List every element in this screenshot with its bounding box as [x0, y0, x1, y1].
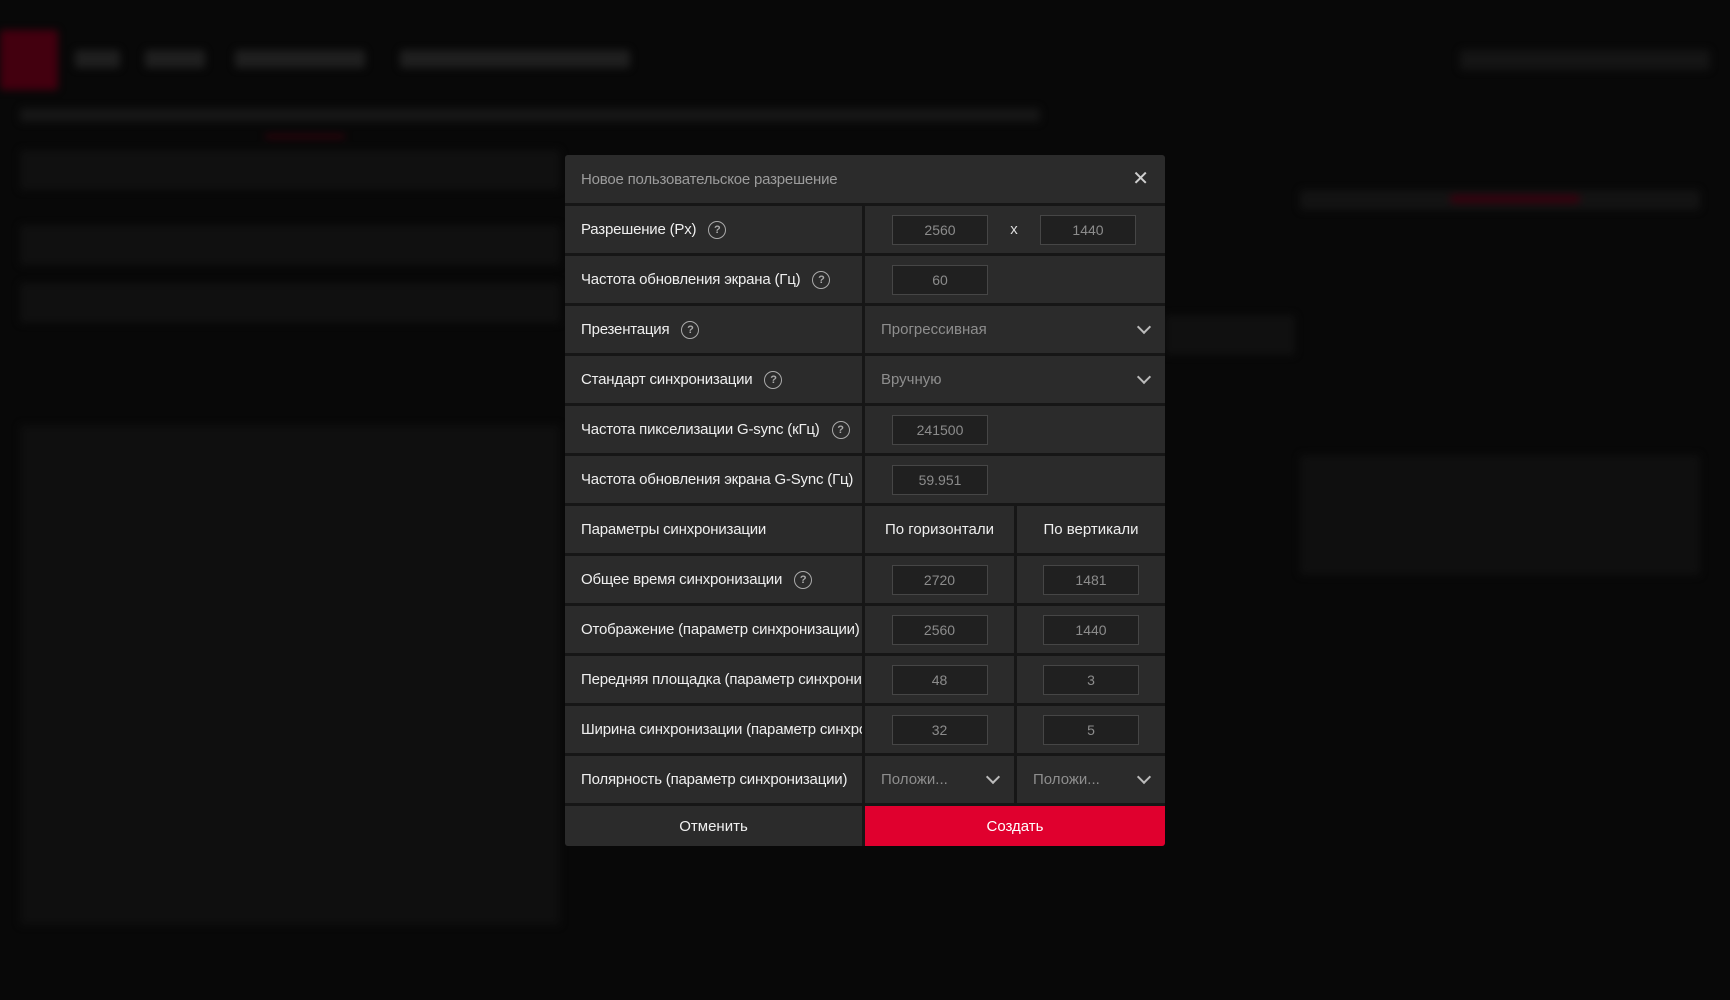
label: Частота обновления экрана (Гц)	[581, 271, 801, 288]
help-icon[interactable]: ?	[681, 320, 700, 339]
row-presentation: Презентация? Прогрессивная	[565, 306, 1165, 353]
chevron-down-icon	[1136, 769, 1152, 785]
row-front-porch: Передняя площадка (параметр синхронизаци…	[565, 656, 1165, 703]
dialog-actions: Отменить Создать	[565, 806, 1165, 846]
dialog-header: Новое пользовательское разрешение ✕	[565, 155, 1165, 203]
sync-width-vertical-input[interactable]	[1043, 714, 1139, 745]
row-display-timing: Отображение (параметр синхронизации)	[565, 606, 1165, 653]
label: Частота пикселизации G-sync (кГц)	[581, 421, 820, 438]
chevron-down-icon	[985, 769, 1001, 785]
label: Отображение (параметр синхронизации)	[581, 621, 860, 638]
row-refresh-rate: Частота обновления экрана (Гц)?	[565, 256, 1165, 303]
front-porch-vertical-input[interactable]	[1043, 664, 1139, 695]
polarity-vertical-select[interactable]: Положи...	[1017, 769, 1165, 788]
display-horizontal-input[interactable]	[891, 614, 988, 645]
row-timing-standard: Стандарт синхронизации? Вручную	[565, 356, 1165, 403]
gsync-refresh-input[interactable]	[892, 464, 988, 495]
help-icon[interactable]: ?	[812, 270, 831, 289]
total-horizontal-input[interactable]	[891, 564, 988, 595]
front-porch-horizontal-input[interactable]	[891, 664, 988, 695]
selected-value: Положи...	[1033, 771, 1100, 788]
help-icon[interactable]: ?	[831, 420, 850, 439]
row-sync-width: Ширина синхронизации (параметр синхрониз…	[565, 706, 1165, 753]
label: Ширина синхронизации (параметр синхрониз…	[581, 721, 862, 738]
selected-value: Вручную	[881, 371, 942, 388]
row-pixel-clock: Частота пикселизации G-sync (кГц)?	[565, 406, 1165, 453]
label: Разрешение (Px)	[581, 221, 697, 238]
cancel-button[interactable]: Отменить	[565, 806, 862, 846]
row-gsync-refresh: Частота обновления экрана G-Sync (Гц)	[565, 456, 1165, 503]
label: Полярность (параметр синхронизации)	[581, 771, 848, 788]
label: Передняя площадка (параметр синхронизаци…	[581, 671, 862, 688]
label: Презентация	[581, 321, 670, 338]
presentation-select[interactable]: Прогрессивная	[865, 319, 1165, 338]
vertical-header: По вертикали	[1043, 521, 1139, 538]
custom-resolution-dialog: Новое пользовательское разрешение ✕ Разр…	[565, 155, 1165, 846]
pixel-clock-input[interactable]	[892, 414, 988, 445]
row-resolution: Разрешение (Px)? x	[565, 206, 1165, 253]
resolution-width-input[interactable]	[892, 214, 988, 245]
label: Частота обновления экрана G-Sync (Гц)	[581, 471, 854, 488]
row-polarity: Полярность (параметр синхронизации) Поло…	[565, 756, 1165, 803]
horizontal-header: По горизонтали	[884, 521, 994, 538]
label: Общее время синхронизации	[581, 571, 783, 588]
resolution-height-input[interactable]	[1040, 214, 1136, 245]
times-separator: x	[1010, 221, 1018, 238]
row-total-timing: Общее время синхронизации?	[565, 556, 1165, 603]
dialog-title: Новое пользовательское разрешение	[581, 170, 838, 188]
chevron-down-icon	[1136, 369, 1152, 385]
label: Стандарт синхронизации	[581, 371, 753, 388]
help-icon[interactable]: ?	[794, 570, 813, 589]
refresh-rate-input[interactable]	[892, 264, 988, 295]
chevron-down-icon	[1136, 319, 1152, 335]
help-icon[interactable]: ?	[708, 220, 727, 239]
sync-width-horizontal-input[interactable]	[891, 714, 988, 745]
help-icon[interactable]: ?	[764, 370, 783, 389]
row-timing-params: Параметры синхронизации По горизонтали П…	[565, 506, 1165, 553]
label: Параметры синхронизации	[581, 521, 767, 538]
display-vertical-input[interactable]	[1043, 614, 1139, 645]
timing-standard-select[interactable]: Вручную	[865, 369, 1165, 388]
close-icon[interactable]: ✕	[1132, 169, 1149, 189]
polarity-horizontal-select[interactable]: Положи...	[865, 769, 1014, 788]
total-vertical-input[interactable]	[1043, 564, 1139, 595]
create-button[interactable]: Создать	[865, 806, 1165, 846]
selected-value: Прогрессивная	[881, 321, 987, 338]
selected-value: Положи...	[881, 771, 948, 788]
